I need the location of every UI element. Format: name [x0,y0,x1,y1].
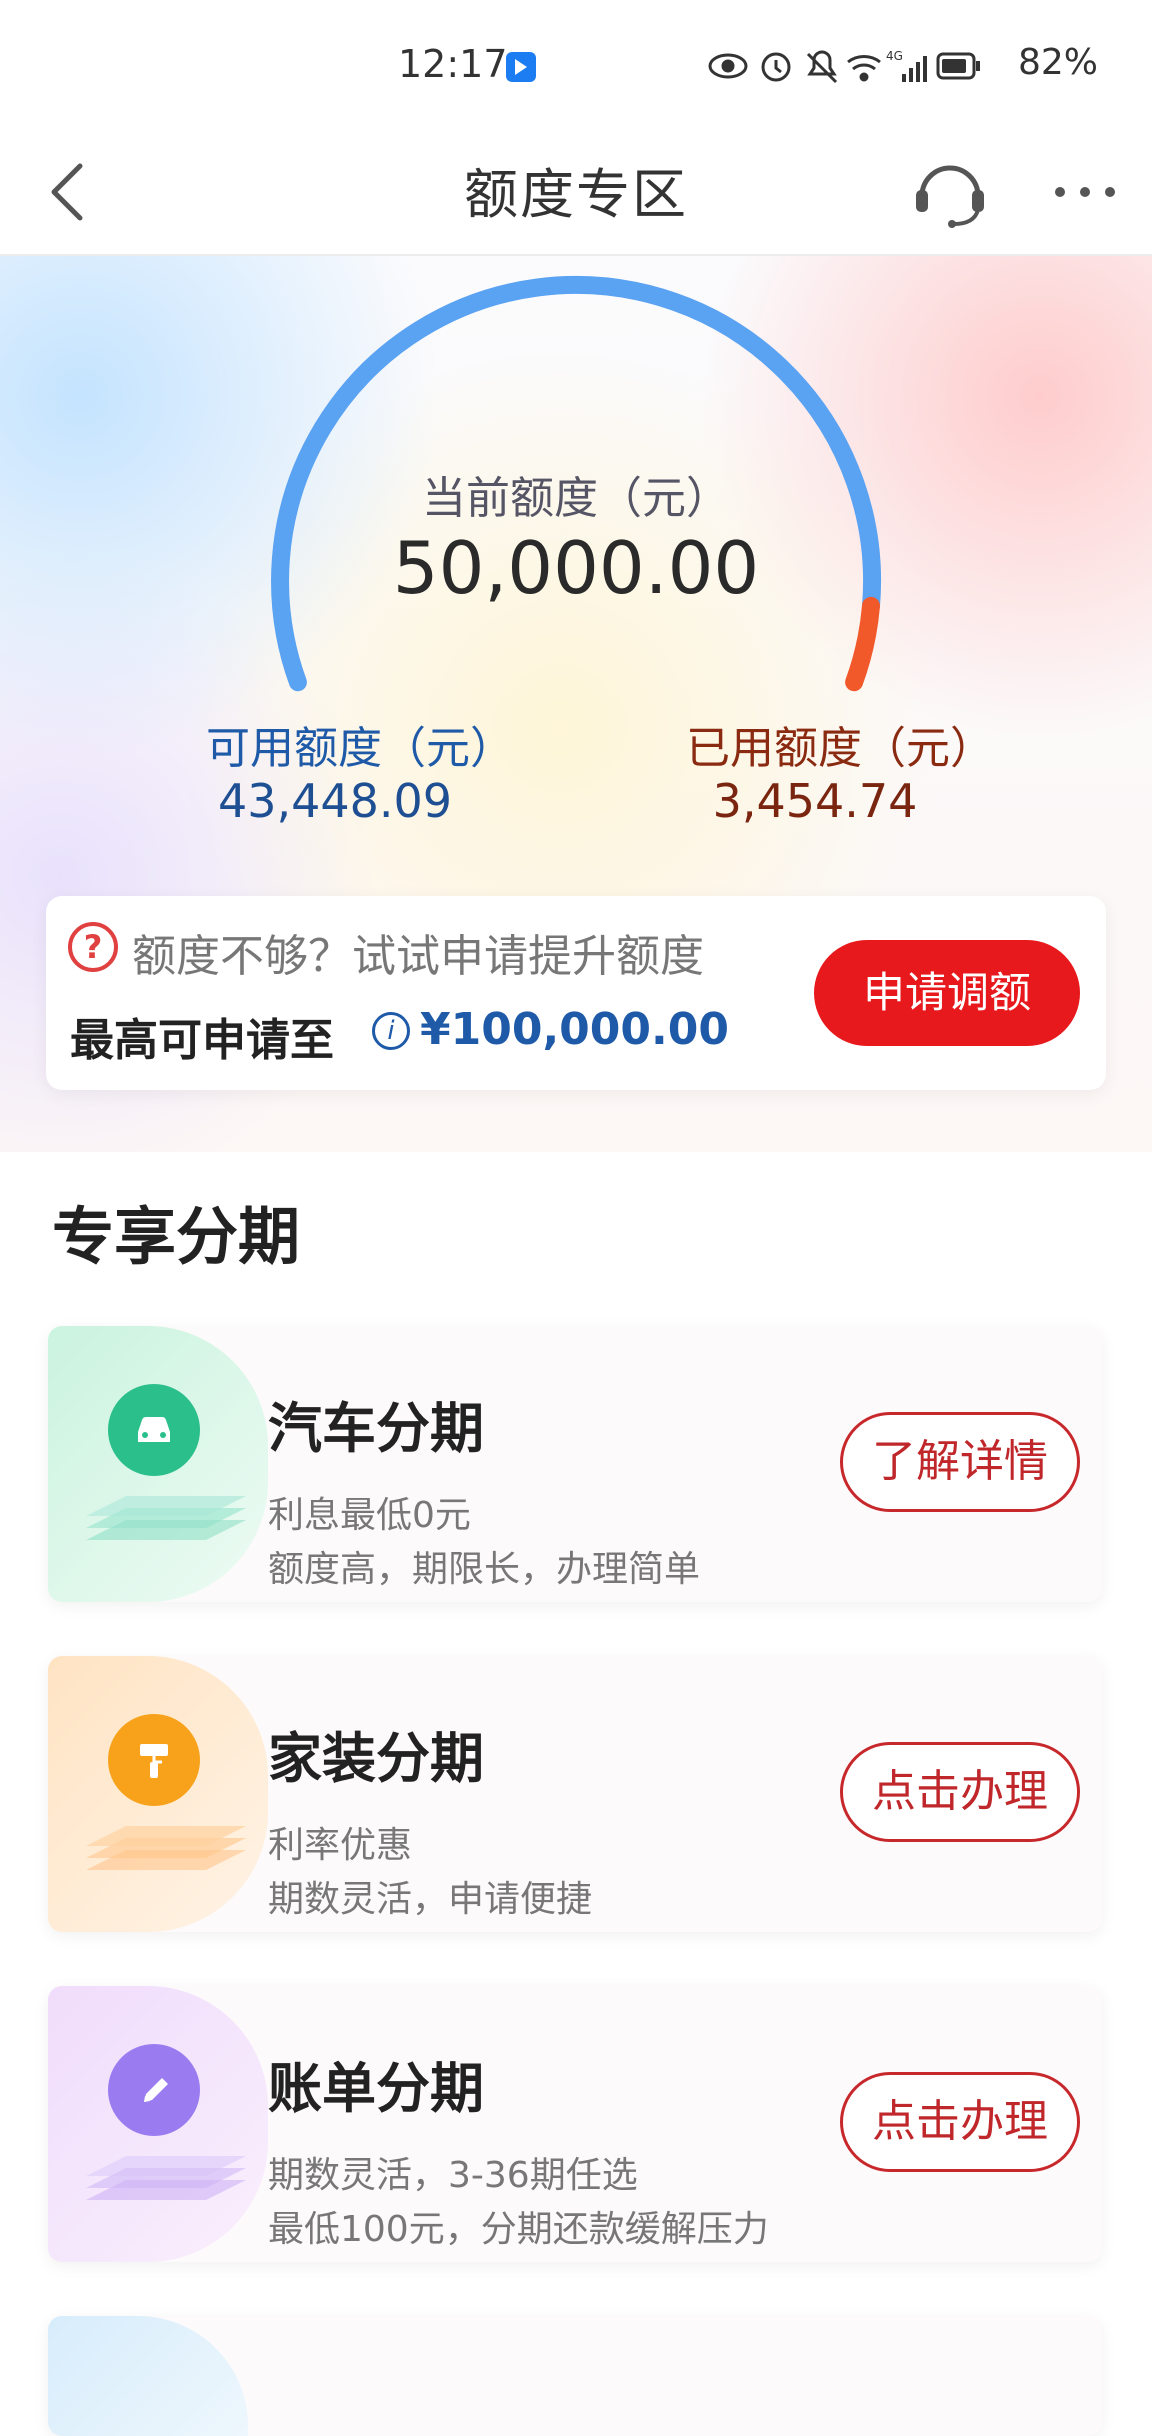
paint-roller-badge [108,1714,200,1806]
card-desc-2: 额度高，期限长，办理简单 [268,1549,701,1590]
network-label: 4G [886,49,903,63]
battery-icon [936,52,980,80]
wifi-icon [847,55,881,82]
pencil-badge [108,2044,200,2136]
layer-stack-decoration [86,2156,246,2200]
promo-hint: 额度不够？试试申请提升额度 [132,931,704,982]
card-desc-1: 利率优惠 [268,1825,413,1866]
status-time: 12:17 [398,42,508,86]
headset-icon[interactable] [908,150,992,234]
info-icon[interactable]: i [372,1012,410,1050]
used-credit-value: 3,454.74 [712,774,918,828]
car-icon [138,1417,170,1442]
status-bar: 12:17 4G 82% [0,0,1152,130]
apply-adjust-button[interactable]: 申请调额 [814,940,1080,1046]
used-credit-label: 已用额度（元） [686,723,994,774]
apply-now-button[interactable]: 点击办理 [840,1742,1080,1842]
current-credit-value: 50,000.00 [392,526,760,610]
section-title: 专享分期 [52,1200,301,1273]
available-credit-value: 43,448.09 [217,774,453,828]
question-icon: ? [68,922,118,972]
credit-overview: 当前额度（元） 50,000.00 可用额度（元） 43,448.09 已用额度… [0,256,1152,1152]
card-title: 汽车分期 [268,1397,484,1460]
promo-max-label: 最高可申请至 [70,1015,334,1066]
installment-card-home-decor[interactable]: 家装分期 利率优惠 期数灵活，申请便捷 点击办理 [48,1656,1102,1932]
alarm-icon [761,52,791,82]
signal-icon [902,56,927,82]
mute-icon [806,50,838,84]
card-desc-2: 期数灵活，申请便捷 [268,1879,593,1920]
more-dots-icon[interactable] [1050,170,1120,214]
apply-now-button[interactable]: 点击办理 [840,2072,1080,2172]
card-title: 账单分期 [268,2057,484,2120]
available-credit-label: 可用额度（元） [206,723,514,774]
card-desc-2: 最低100元，分期还款缓解压力 [268,2209,769,2250]
card-desc-1: 期数灵活，3-36期任选 [268,2155,638,2196]
current-credit-label: 当前额度（元） [422,473,730,524]
card-decoration [48,2316,248,2436]
paint-roller-icon [140,1744,168,1778]
credit-increase-banner: ? 额度不够？试试申请提升额度 最高可申请至 i ¥100,000.00 申请调… [46,896,1106,1090]
battery-percent: 82% [1018,42,1099,83]
eye-icon [708,53,748,79]
card-desc-1: 利息最低0元 [268,1495,471,1536]
nav-bar: 额度专区 [0,130,1152,256]
installment-card-bill[interactable]: 账单分期 期数灵活，3-36期任选 最低100元，分期还款缓解压力 点击办理 [48,1986,1102,2262]
installment-card-car[interactable]: 汽车分期 利息最低0元 额度高，期限长，办理简单 了解详情 [48,1326,1102,1602]
layer-stack-decoration [86,1826,246,1870]
layer-stack-decoration [86,1496,246,1540]
card-title: 家装分期 [268,1727,484,1790]
app-notification-icon [506,52,536,82]
learn-more-button[interactable]: 了解详情 [840,1412,1080,1512]
car-badge [108,1384,200,1476]
promo-max-amount: ¥100,000.00 [420,1004,729,1055]
installment-card-partial[interactable] [48,2316,1102,2436]
pencil-icon [144,2078,168,2102]
gauge-used-arc [845,596,880,692]
